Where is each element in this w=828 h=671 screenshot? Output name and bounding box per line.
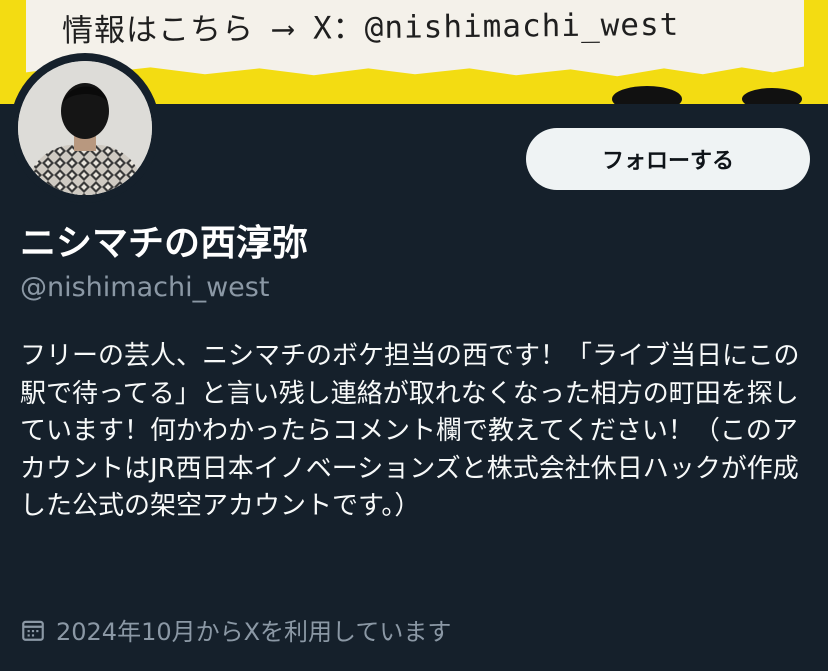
display-name: ニシマチの西淳弥 (20, 223, 309, 264)
profile-bio: フリーの芸人、ニシマチのボケ担当の西です！「ライブ当日にこの駅で待ってる」と言い… (20, 341, 800, 521)
avatar[interactable] (18, 61, 152, 195)
banner-text: 情報はこちら ⟶ X：@nishimachi_west (61, 6, 680, 50)
banner-ink-mark (612, 86, 682, 104)
calendar-icon (22, 620, 44, 641)
banner-ink-mark (742, 88, 802, 104)
follow-button[interactable]: フォローする (526, 128, 810, 190)
avatar-person-image (18, 61, 152, 195)
profile-handle: @nishimachi_west (20, 272, 270, 303)
joined-date: 2024年10月からXを利用しています (20, 612, 451, 647)
joined-date-text: 2024年10月からXを利用しています (56, 618, 452, 646)
